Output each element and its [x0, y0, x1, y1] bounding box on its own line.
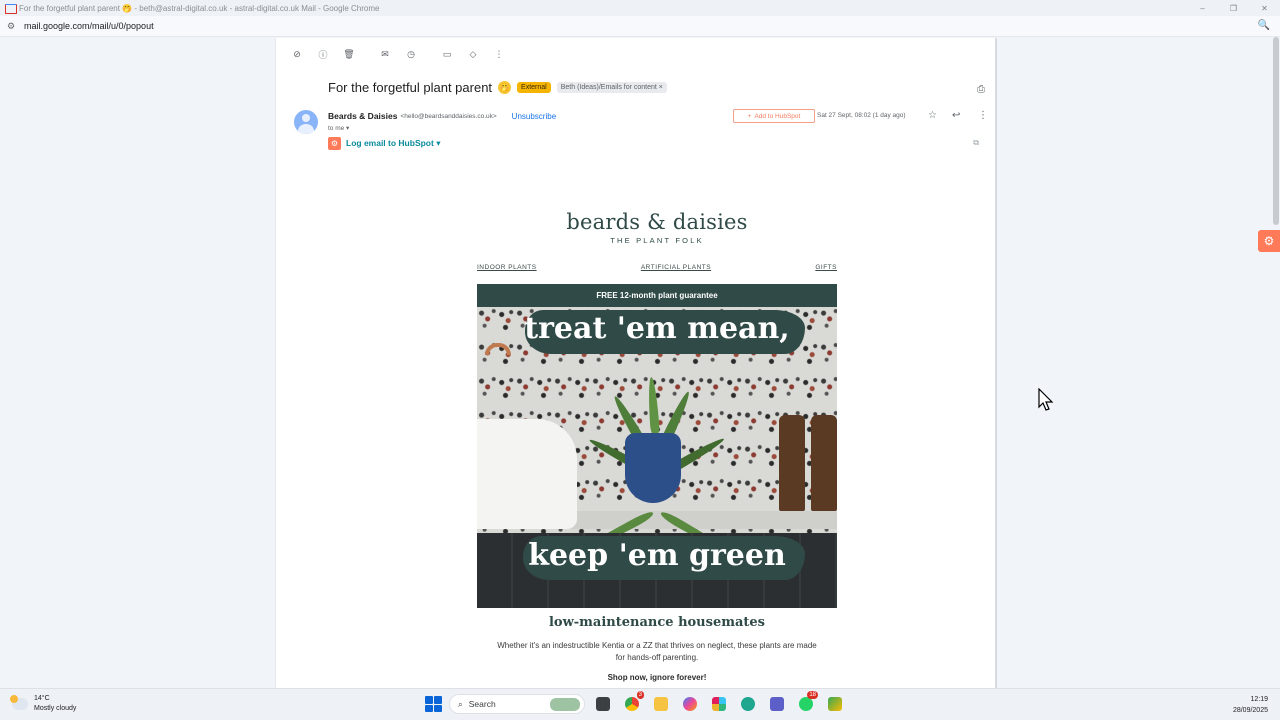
plant-pot — [625, 433, 681, 503]
windows-start-icon[interactable] — [424, 695, 442, 713]
whatsapp-badge: 18 — [807, 691, 818, 699]
remove-label-icon[interactable]: × — [659, 84, 663, 91]
guarantee-banner: FREE 12-month plant guarantee — [477, 284, 837, 307]
copy-icon[interactable]: ⧉ — [973, 138, 979, 148]
hero-headline-2: keep 'em green — [528, 538, 786, 573]
scrollbar-thumb[interactable] — [1273, 37, 1279, 225]
star-icon[interactable]: ☆ — [928, 110, 937, 121]
page: ⊘ ⓘ 🗑 ✉ ◷ ▭ ◇ ⋮ For the forgetful plant … — [0, 37, 1280, 688]
sender-avatar — [294, 110, 318, 134]
system-clock[interactable]: 12:19 28/09/2025 — [1233, 694, 1268, 716]
search-highlight-icon — [550, 698, 580, 711]
reply-icon[interactable]: ↩ — [952, 110, 960, 121]
snooze-icon[interactable]: ◷ — [398, 46, 424, 62]
chrome-icon[interactable]: 3 — [621, 691, 644, 714]
brand-name: beards & daisies — [566, 210, 748, 234]
clock-date: 28/09/2025 — [1232, 707, 1268, 714]
print-icon[interactable]: ⎙ — [977, 84, 985, 95]
section-title: low-maintenance housemates — [548, 615, 766, 630]
email-nav: INDOOR PLANTS ARTIFICIAL PLANTS GIFTS — [477, 264, 837, 271]
taskbar-apps: ⌕ Search 3 18 — [424, 691, 846, 714]
sender-line: Beards & Daisies <hello@beardsanddaisies… — [328, 111, 556, 121]
temperature: 14°C — [34, 695, 50, 702]
search-label: Search — [468, 699, 496, 709]
nav-indoor-plants[interactable]: INDOOR PLANTS — [477, 264, 537, 271]
window-titlebar: For the forgetful plant parent 🤭 - beth@… — [0, 0, 1280, 16]
email-date: Sat 27 Sept, 08:02 (1 day ago) — [817, 112, 906, 119]
task-view-icon[interactable] — [592, 694, 614, 714]
recipient-details-toggle[interactable]: to me ▾ — [328, 124, 349, 132]
subject-emoji: 🤭 — [498, 81, 512, 94]
email-subject: For the forgetful plant parent — [328, 80, 493, 95]
brand-tagline: THE PLANT FOLK — [610, 236, 704, 245]
sender-name[interactable]: Beards & Daisies — [328, 111, 397, 121]
window-title: For the forgetful plant parent 🤭 - beth@… — [19, 3, 380, 13]
weather-condition: Mostly cloudy — [34, 705, 77, 712]
site-info-icon[interactable]: ⚙ — [7, 21, 17, 31]
brand-logo[interactable]: beards & daisies THE PLANT FOLK — [552, 210, 762, 245]
gmail-favicon-icon — [5, 4, 17, 14]
plant-leaf — [646, 376, 660, 438]
sender-email: <hello@beardsanddaisies.co.uk> — [400, 112, 497, 120]
log-email-to-hubspot-link[interactable]: Log email to HubSpot ▾ — [346, 138, 440, 149]
unsubscribe-link[interactable]: Unsubscribe — [512, 112, 556, 121]
zoom-icon[interactable]: 🔍 — [1258, 20, 1270, 31]
clock-time: 12:19 — [1250, 696, 1268, 703]
email-toolbar: ⊘ ⓘ 🗑 ✉ ◷ ▭ ◇ ⋮ — [284, 46, 512, 62]
whatsapp-icon[interactable]: 18 — [795, 691, 818, 714]
hero-banner[interactable]: FREE 12-month plant guarantee treat 'em … — [477, 284, 837, 608]
section-body: Whether it's an indestructible Kentia or… — [497, 641, 817, 662]
move-to-icon[interactable]: ▭ — [434, 46, 460, 62]
archive-off-icon[interactable]: ⊘ — [284, 46, 310, 62]
log-to-hubspot[interactable]: ⚙ Log email to HubSpot ▾ — [328, 137, 440, 150]
shop-now-link[interactable]: Shop now, ignore forever! — [477, 673, 837, 682]
label-chip[interactable]: Beth (Ideas)/Emails for content × — [556, 82, 667, 93]
external-badge: External — [517, 82, 551, 93]
search-icon: ⌕ — [458, 698, 463, 709]
file-explorer-icon[interactable] — [650, 694, 672, 714]
edge-icon[interactable] — [737, 694, 759, 714]
subject-row: For the forgetful plant parent 🤭 Externa… — [328, 80, 667, 95]
sink-image — [477, 419, 577, 529]
hubspot-logo-icon: ⚙ — [328, 137, 341, 150]
add-to-hubspot-button[interactable]: + Add to HubSpot — [733, 109, 815, 123]
message-more-icon[interactable]: ⋮ — [978, 110, 988, 121]
snipping-tool-icon[interactable] — [824, 694, 846, 714]
teams-icon[interactable] — [766, 694, 788, 714]
weather-widget[interactable]: 14°C Mostly cloudy — [10, 694, 77, 714]
more-options-icon[interactable]: ⋮ — [486, 46, 512, 62]
url-field[interactable]: mail.google.com/mail/u/0/popout — [24, 21, 154, 31]
add-to-hubspot-label: Add to HubSpot — [754, 112, 801, 120]
plus-icon: + — [747, 112, 752, 120]
hero-headline-1: treat 'em mean, — [524, 311, 790, 346]
hubspot-sidebar-icon[interactable]: ⚙ — [1258, 230, 1280, 252]
copilot-icon[interactable] — [679, 694, 701, 714]
address-bar: ⚙ mail.google.com/mail/u/0/popout 🔍 — [0, 16, 1280, 37]
close-window-button[interactable]: ✕ — [1249, 0, 1280, 16]
taskbar-search[interactable]: ⌕ Search — [449, 694, 585, 714]
window-controls: – ❐ ✕ — [1187, 0, 1280, 16]
partly-cloudy-icon — [10, 695, 28, 710]
nav-artificial-plants[interactable]: ARTIFICIAL PLANTS — [641, 264, 711, 271]
minimize-button[interactable]: – — [1187, 0, 1218, 16]
chrome-badge: 3 — [636, 691, 644, 699]
nav-gifts[interactable]: GIFTS — [815, 264, 837, 271]
soap-bottle — [811, 415, 837, 511]
slack-icon[interactable] — [708, 694, 730, 714]
label-icon[interactable]: ◇ — [460, 46, 486, 62]
soap-bottle — [779, 415, 805, 511]
label-chip-text: Beth (Ideas)/Emails for content — [560, 84, 657, 91]
maximize-button[interactable]: ❐ — [1218, 0, 1249, 16]
page-scrollbar[interactable] — [1272, 37, 1280, 688]
taskbar: 14°C Mostly cloudy ⌕ Search 3 18 12:19 2… — [0, 688, 1280, 720]
mark-unread-icon[interactable]: ✉ — [372, 46, 398, 62]
delete-icon[interactable]: 🗑 — [336, 46, 362, 62]
report-spam-icon[interactable]: ⓘ — [310, 46, 336, 62]
email-panel: ⊘ ⓘ 🗑 ✉ ◷ ▭ ◇ ⋮ For the forgetful plant … — [275, 38, 997, 688]
